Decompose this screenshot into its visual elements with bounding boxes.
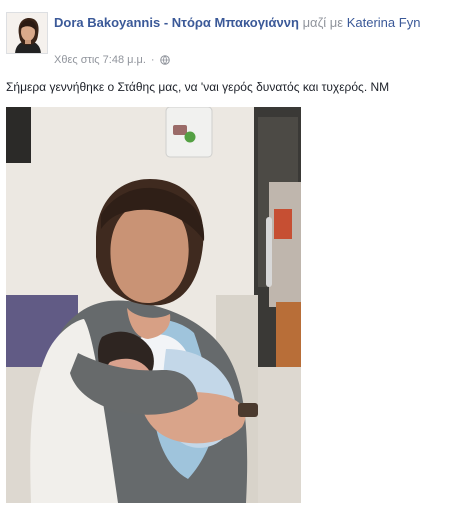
post-photo[interactable] (6, 107, 301, 503)
post-text: Σήμερα γεννήθηκε ο Στάθης μας, να 'ναι γ… (6, 80, 390, 94)
avatar-image (7, 13, 47, 53)
post-header: Dora Bakoyannis - Ντόρα Μπακογιάννη μαζί… (6, 9, 456, 69)
author-name-link[interactable]: Dora Bakoyannis - Ντόρα Μπακογιάννη (54, 15, 299, 30)
post-timestamp-link[interactable]: Χθες στις 7:48 μ.μ. (54, 53, 146, 67)
with-label: μαζί με (302, 15, 344, 30)
facebook-post: Dora Bakoyannis - Ντόρα Μπακογιάννη μαζί… (0, 0, 463, 509)
photo-illustration (6, 107, 301, 503)
post-author-line: Dora Bakoyannis - Ντόρα Μπακογιάννη μαζί… (54, 13, 456, 32)
meta-separator: · (150, 54, 155, 66)
post-meta: Χθες στις 7:48 μ.μ. · (54, 53, 170, 67)
globe-icon[interactable] (159, 55, 170, 65)
author-avatar[interactable] (6, 12, 48, 54)
tagged-person-link[interactable]: Katerina Fyn (347, 15, 421, 30)
